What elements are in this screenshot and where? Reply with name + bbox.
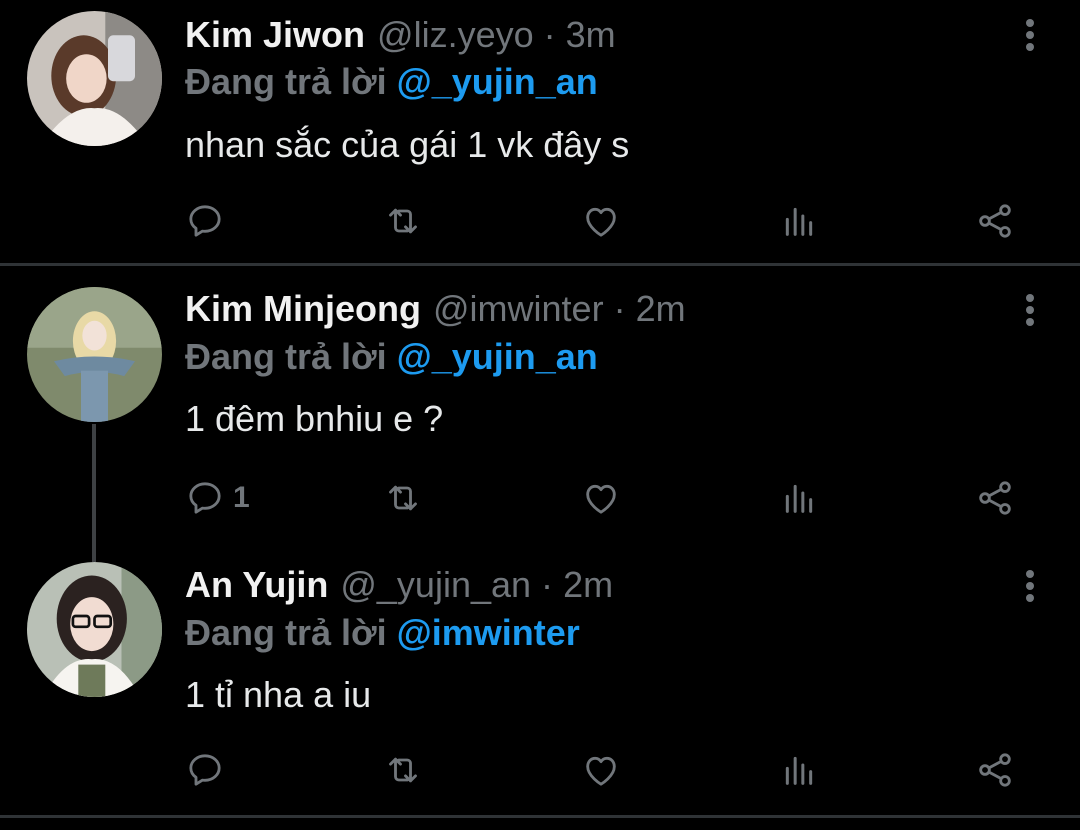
replying-to-label: Đang trả lời — [185, 612, 387, 653]
retweet-icon — [389, 208, 417, 234]
user-handle[interactable]: @_yujin_an — [340, 564, 531, 605]
reply-icon — [189, 205, 221, 237]
action-bar — [185, 745, 1025, 795]
share-button[interactable] — [975, 745, 1015, 795]
action-bar — [185, 196, 1025, 246]
separator: · — [541, 564, 554, 605]
tweet-header: Kim Jiwon @liz.yeyo · 3m — [185, 13, 616, 57]
tweet[interactable]: An Yujin @_yujin_an · 2m Đang trả lời @imw… — [0, 545, 1080, 815]
thread-connector — [92, 424, 96, 562]
like-button[interactable] — [581, 473, 621, 523]
tweet[interactable]: Kim Jiwon @liz.yeyo · 3m Đang trả lời @_yu… — [0, 0, 1080, 265]
display-name[interactable]: Kim Minjeong — [185, 288, 421, 329]
mention-link[interactable]: @imwinter — [397, 612, 580, 653]
avatar[interactable] — [27, 11, 162, 146]
separator: · — [543, 14, 556, 55]
retweet-button[interactable] — [383, 745, 423, 795]
like-icon — [586, 484, 616, 514]
share-icon — [979, 753, 1011, 787]
timestamp[interactable]: 2m — [563, 564, 613, 605]
tweet-header: An Yujin @_yujin_an · 2m — [185, 563, 613, 607]
more-icon[interactable] — [1024, 291, 1036, 331]
stats-icon — [785, 756, 813, 785]
tweet-text: 1 đêm bnhiu e ? — [185, 398, 444, 439]
separator: · — [613, 288, 626, 329]
like-button[interactable] — [581, 745, 621, 795]
stats-button[interactable] — [779, 745, 819, 795]
like-icon — [586, 207, 616, 237]
reply-button[interactable] — [185, 745, 233, 795]
retweet-button[interactable] — [383, 473, 423, 523]
user-handle[interactable]: @imwinter — [433, 288, 604, 329]
tweet-text: nhan sắc của gái 1 vk đây s — [185, 124, 630, 165]
more-icon[interactable] — [1024, 567, 1036, 607]
tweet-header: Kim Minjeong @imwinter · 2m — [185, 287, 686, 331]
avatar[interactable] — [27, 562, 162, 697]
stats-icon — [785, 207, 813, 236]
like-button[interactable] — [581, 196, 621, 246]
display-name[interactable]: An Yujin — [185, 564, 328, 605]
stats-button[interactable] — [779, 196, 819, 246]
replying-to: Đang trả lời @_yujin_an — [185, 60, 598, 104]
display-name[interactable]: Kim Jiwon — [185, 14, 365, 55]
share-button[interactable] — [975, 196, 1015, 246]
reply-count: 1 — [233, 481, 250, 514]
mention-link[interactable]: @_yujin_an — [397, 61, 598, 102]
tweet-text: 1 tỉ nha a iu — [185, 674, 372, 715]
retweet-button[interactable] — [383, 196, 423, 246]
reply-button[interactable] — [185, 196, 233, 246]
user-handle[interactable]: @liz.yeyo — [377, 14, 534, 55]
timestamp[interactable]: 3m — [566, 14, 616, 55]
share-icon — [979, 481, 1011, 515]
replying-to: Đang trả lời @imwinter — [185, 611, 580, 655]
more-icon[interactable] — [1024, 16, 1036, 56]
share-icon — [979, 204, 1011, 238]
replying-to: Đang trả lời @_yujin_an — [185, 335, 598, 379]
reply-icon — [189, 754, 221, 786]
avatar[interactable] — [27, 287, 162, 422]
share-button[interactable] — [975, 473, 1015, 523]
timestamp[interactable]: 2m — [636, 288, 686, 329]
reply-icon — [189, 482, 221, 514]
tweet[interactable]: Kim Minjeong @imwinter · 2m Đang trả lời @… — [0, 267, 1080, 542]
mention-link[interactable]: @_yujin_an — [397, 336, 598, 377]
replying-to-label: Đang trả lời — [185, 61, 387, 102]
replying-to-label: Đang trả lời — [185, 336, 387, 377]
like-icon — [586, 756, 616, 786]
reply-button[interactable]: 1 — [185, 473, 250, 523]
retweet-icon — [389, 485, 417, 511]
stats-button[interactable] — [779, 473, 819, 523]
action-bar: 1 — [185, 473, 1025, 523]
divider — [0, 263, 1080, 266]
retweet-icon — [389, 757, 417, 783]
stats-icon — [785, 484, 813, 513]
divider — [0, 815, 1080, 818]
